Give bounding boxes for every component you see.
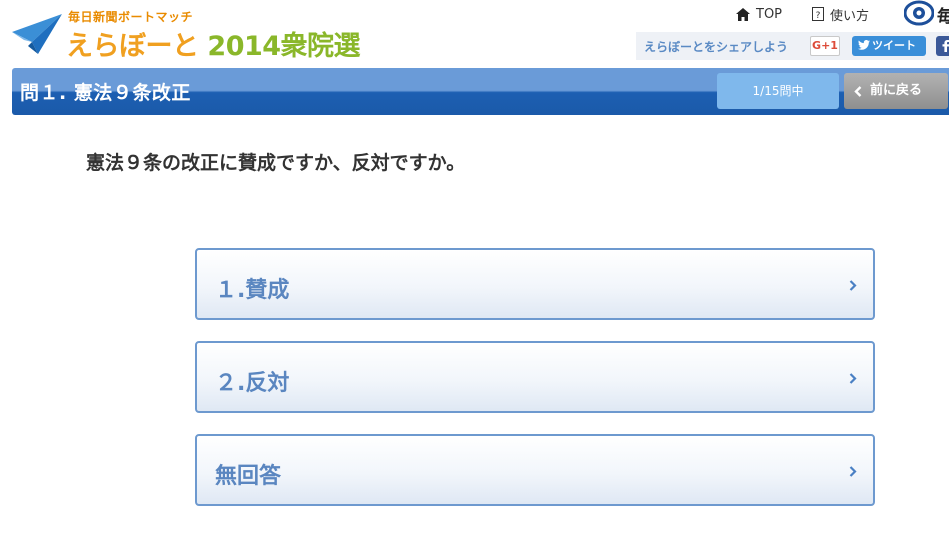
svg-text:?: ?: [816, 11, 821, 21]
chevron-right-icon: [849, 466, 857, 477]
answer-option-label: 無回答: [215, 464, 282, 489]
tweet-button[interactable]: ツイート: [852, 36, 926, 56]
facebook-icon: [942, 40, 949, 52]
logo-title: えらぼーと 2014衆院選: [66, 24, 361, 63]
back-button[interactable]: 前に戻る: [844, 73, 948, 109]
share-label: えらぼーとをシェアしよう: [644, 40, 789, 54]
chevron-right-icon: [849, 280, 857, 291]
answer-option-label: ２.反対: [215, 371, 290, 396]
tweet-label: ツイート: [872, 39, 916, 52]
site-header: 毎日新聞ボートマッチ えらぼーと 2014衆院選 TOP ? 使い方 毎 えらぼ…: [0, 0, 949, 66]
question-title: 問１. 憲法９条改正: [20, 82, 191, 104]
nav-truncated-text[interactable]: 毎: [937, 2, 949, 27]
site-logo[interactable]: 毎日新聞ボートマッチ えらぼーと 2014衆院選: [10, 8, 361, 63]
logo-title-year: 2014衆院選: [207, 31, 361, 62]
question-header-bar: 問１. 憲法９条改正 1/15問中 前に戻る: [12, 68, 949, 115]
home-icon: [736, 7, 750, 21]
eye-icon[interactable]: [904, 0, 934, 26]
twitter-bird-icon: [858, 40, 870, 50]
question-text: 憲法９条の改正に賛成ですか、反対ですか。: [86, 152, 466, 174]
answer-option-disagree[interactable]: ２.反対: [195, 341, 875, 413]
back-button-label: 前に戻る: [870, 83, 923, 98]
chevron-left-icon: [854, 86, 862, 97]
nav-howto-link[interactable]: ? 使い方: [812, 5, 869, 24]
nav-top-link[interactable]: TOP: [736, 7, 782, 22]
nav-top-label: TOP: [756, 6, 783, 22]
top-nav: TOP ? 使い方: [736, 4, 899, 24]
facebook-button[interactable]: [936, 36, 949, 56]
logo-title-name: えらぼーと: [66, 31, 199, 62]
paper-plane-icon: [12, 14, 62, 54]
logo-subtitle: 毎日新聞ボートマッチ: [68, 10, 194, 24]
answer-option-no-answer[interactable]: 無回答: [195, 434, 875, 506]
google-plus-button[interactable]: G+1: [810, 36, 840, 56]
answer-option-label: １.賛成: [215, 278, 290, 303]
answer-option-agree[interactable]: １.賛成: [195, 248, 875, 320]
help-icon: ?: [812, 7, 825, 21]
share-bar: えらぼーとをシェアしよう G+1 ツイート: [636, 32, 949, 60]
chevron-right-icon: [849, 373, 857, 384]
nav-howto-label: 使い方: [830, 8, 870, 24]
progress-indicator: 1/15問中: [717, 73, 839, 109]
